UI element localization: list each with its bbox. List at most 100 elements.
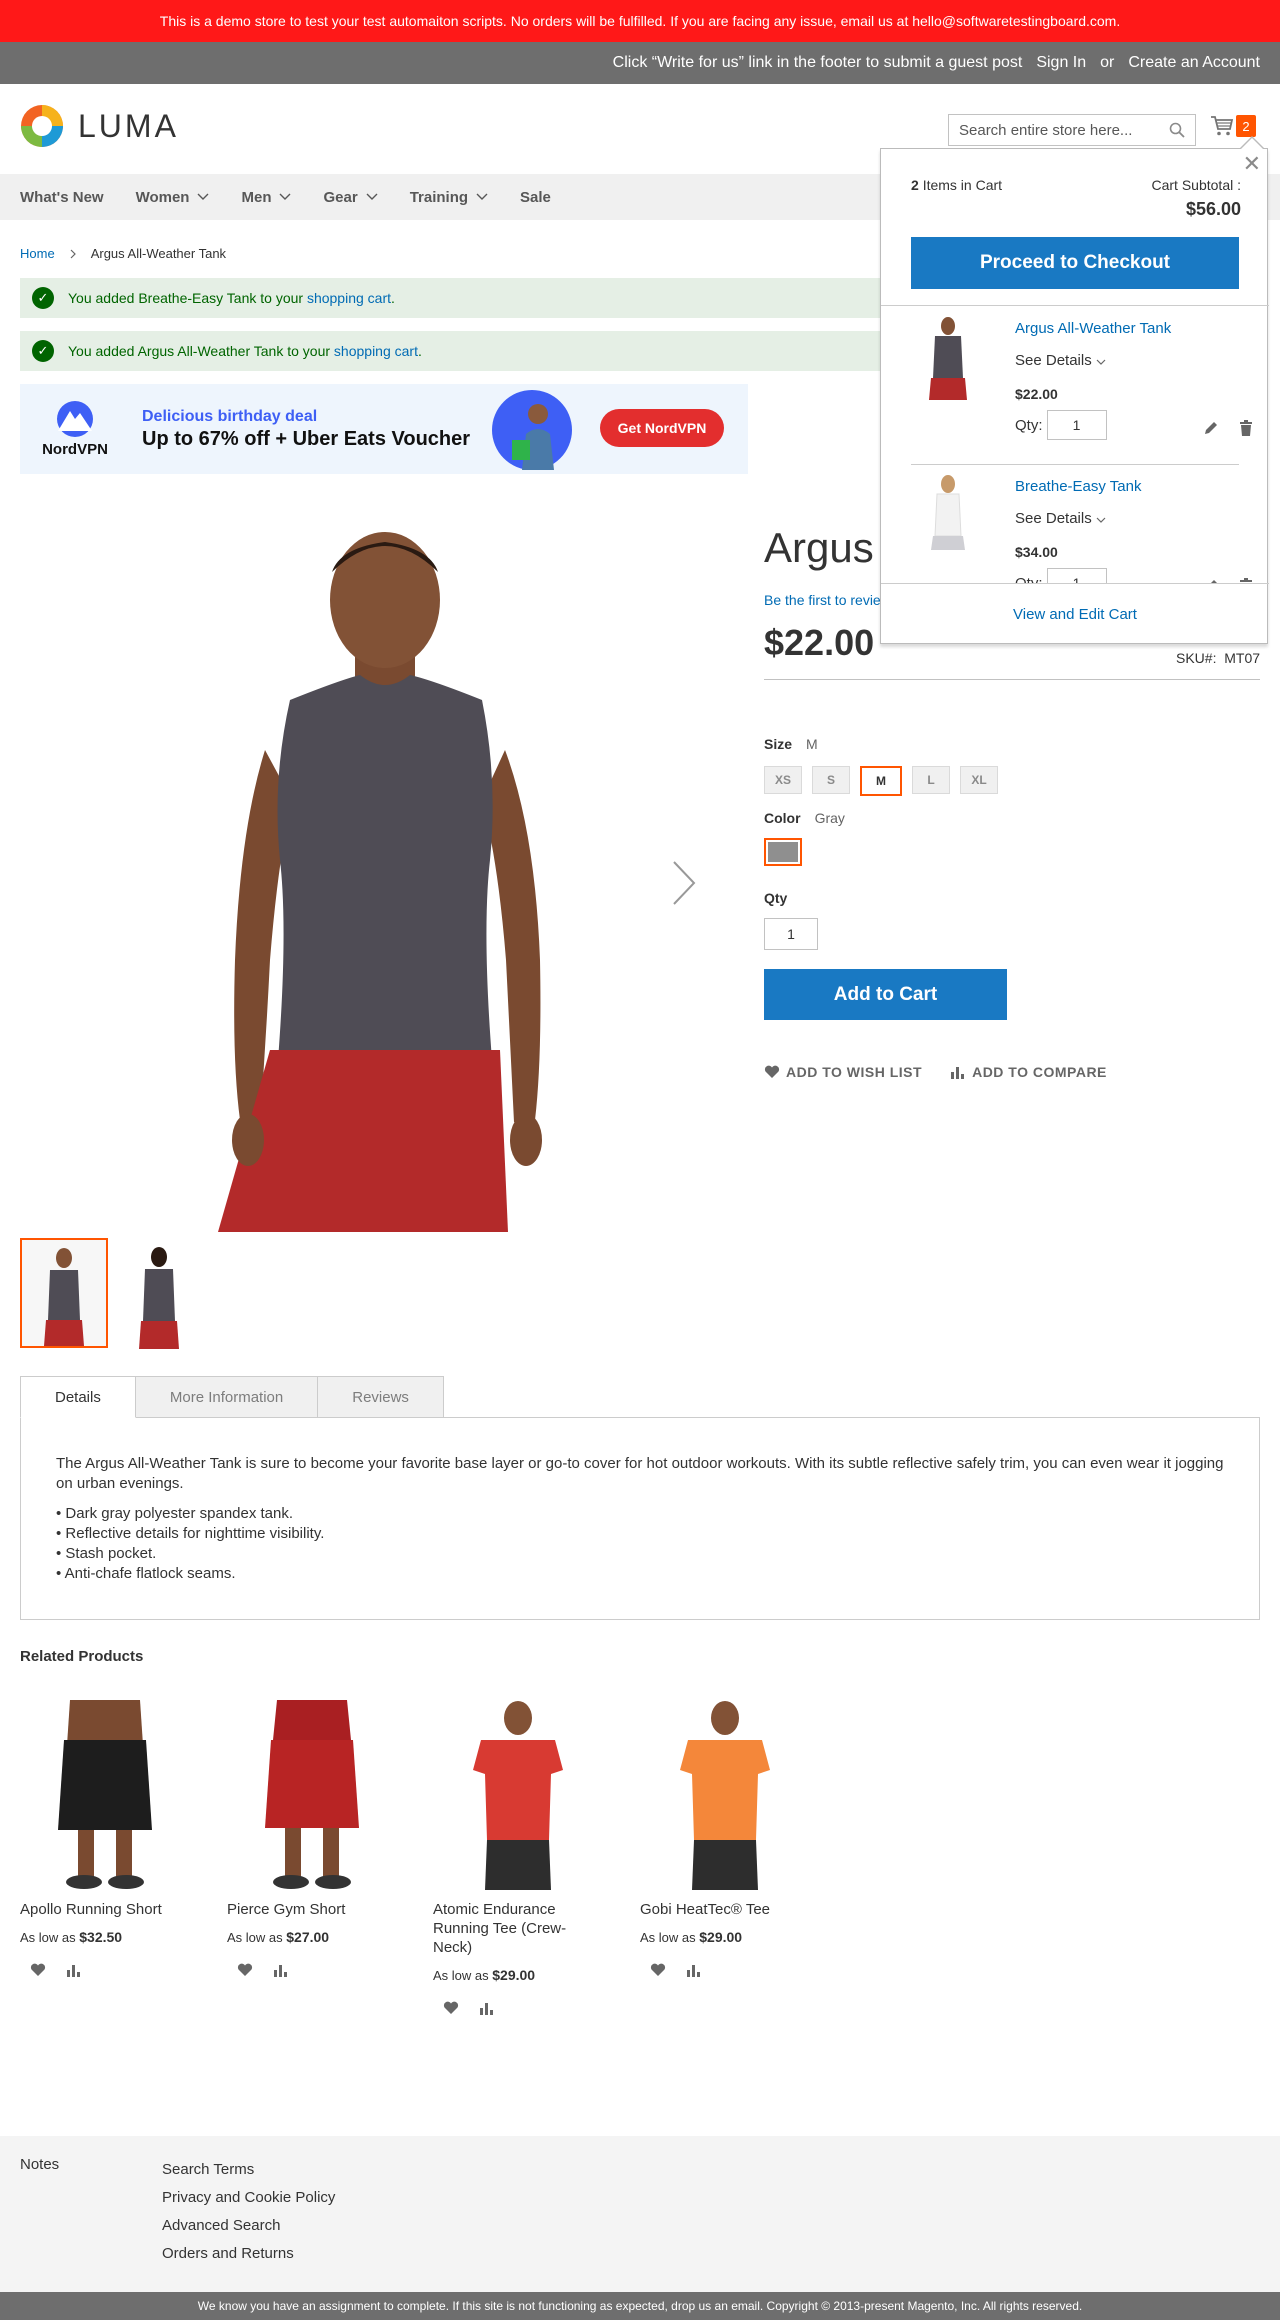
size-swatch-s[interactable]: S xyxy=(812,766,850,794)
trash-icon[interactable] xyxy=(1239,420,1253,436)
product-thumbnail-front[interactable] xyxy=(20,1238,108,1348)
minicart-item-price: $22.00 xyxy=(1015,386,1058,402)
related-product-card[interactable]: Apollo Running Short As low as $32.50 xyxy=(20,1700,190,1977)
heart-icon[interactable] xyxy=(30,1963,46,1977)
product-name[interactable]: Apollo Running Short xyxy=(20,1900,190,1919)
product-name[interactable]: Pierce Gym Short xyxy=(227,1900,397,1919)
product-name[interactable]: Gobi HeatTec® Tee xyxy=(640,1900,810,1919)
view-and-edit-cart-link[interactable]: View and Edit Cart xyxy=(1013,606,1137,623)
shopping-cart-link[interactable]: shopping cart xyxy=(334,343,418,359)
compare-icon[interactable] xyxy=(479,2001,495,2015)
product-thumbnail-back[interactable] xyxy=(114,1238,202,1349)
search-icon[interactable] xyxy=(1169,122,1185,138)
feature-item: • Stash pocket. xyxy=(56,1545,157,1562)
ad-offer-text: Up to 67% off + Uber Eats Voucher xyxy=(142,427,471,450)
size-swatch-xs[interactable]: XS xyxy=(764,766,802,794)
product-image[interactable] xyxy=(433,1700,603,1890)
see-details-toggle[interactable]: See Details xyxy=(1015,510,1106,527)
minicart-qty-input[interactable]: 1 xyxy=(1046,568,1107,583)
product-image[interactable] xyxy=(20,1700,190,1890)
compare-label: ADD TO COMPARE xyxy=(972,1064,1107,1080)
ad-banner[interactable]: NordVPN Delicious birthday deal Up to 67… xyxy=(20,384,748,474)
compare-icon[interactable] xyxy=(686,1963,702,1977)
chevron-down-icon xyxy=(476,193,488,200)
feature-item: • Dark gray polyester spandex tank. xyxy=(56,1505,294,1522)
price-value: $32.50 xyxy=(79,1929,123,1945)
minicart-footer: View and Edit Cart xyxy=(881,583,1269,645)
checkmark-icon: ✓ xyxy=(32,287,54,309)
add-to-compare-link[interactable]: ADD TO COMPARE xyxy=(950,1064,1107,1080)
minicart-button[interactable]: 2 xyxy=(1210,115,1256,137)
as-low-as-label: As low as xyxy=(20,1930,76,1945)
ad-cta-button[interactable]: Get NordVPN xyxy=(600,409,724,447)
qty-label: Qty: xyxy=(1015,416,1043,434)
breadcrumb-home-link[interactable]: Home xyxy=(20,246,55,261)
minicart-item-image[interactable] xyxy=(911,474,985,558)
create-account-link[interactable]: Create an Account xyxy=(1128,54,1260,72)
minicart-item-name[interactable]: Breathe-Easy Tank xyxy=(1015,478,1141,495)
qty-input[interactable]: 1 xyxy=(764,918,818,950)
product-main-image[interactable] xyxy=(20,500,740,1232)
proceed-to-checkout-button[interactable]: Proceed to Checkout xyxy=(911,237,1239,289)
minicart-item-image[interactable] xyxy=(911,316,985,400)
nav-item-men[interactable]: Men xyxy=(241,189,291,206)
product-image[interactable] xyxy=(640,1700,810,1890)
nav-item-women[interactable]: Women xyxy=(136,189,210,206)
sku-value: MT07 xyxy=(1224,650,1261,666)
header-links: Click “Write for us” link in the footer … xyxy=(0,42,1280,84)
edit-pencil-icon[interactable] xyxy=(1203,420,1219,436)
nav-item-gear[interactable]: Gear xyxy=(323,188,378,206)
chevron-down-icon xyxy=(366,193,378,200)
add-to-wishlist-link[interactable]: ADD TO WISH LIST xyxy=(764,1064,922,1080)
heart-icon[interactable] xyxy=(443,2001,459,2015)
color-swatch-fill xyxy=(768,842,798,862)
sign-in-link[interactable]: Sign In xyxy=(1036,54,1086,72)
size-swatches: XS S M L XL xyxy=(764,766,998,796)
related-product-card[interactable]: Pierce Gym Short As low as $27.00 xyxy=(227,1700,397,1977)
site-logo[interactable]: LUMA xyxy=(20,104,179,148)
see-details-toggle[interactable]: See Details xyxy=(1015,352,1106,369)
tab-reviews[interactable]: Reviews xyxy=(317,1376,444,1418)
footer-link-search-terms[interactable]: Search Terms xyxy=(162,2156,335,2184)
compare-icon[interactable] xyxy=(66,1963,82,1977)
nav-item-whats-new[interactable]: What's New xyxy=(20,189,104,206)
heart-icon[interactable] xyxy=(237,1963,253,1977)
size-swatch-xl[interactable]: XL xyxy=(960,766,998,794)
heart-icon[interactable] xyxy=(650,1963,666,1977)
related-product-card[interactable]: Gobi HeatTec® Tee As low as $29.00 xyxy=(640,1700,810,1977)
nav-item-sale[interactable]: Sale xyxy=(520,189,551,206)
minicart-qty-input[interactable]: 1 xyxy=(1046,410,1107,440)
search-input[interactable]: Search entire store here... xyxy=(948,114,1196,146)
size-swatch-m[interactable]: M xyxy=(860,766,902,796)
message-prefix: You added Argus All-Weather Tank to your xyxy=(68,343,334,359)
gallery-next-arrow-icon[interactable] xyxy=(672,860,696,906)
product-price: As low as $27.00 xyxy=(227,1929,397,1945)
tab-more-information[interactable]: More Information xyxy=(134,1376,319,1418)
related-product-card[interactable]: Atomic Endurance Running Tee (Crew-Neck)… xyxy=(433,1700,603,2015)
footer-link-advanced-search[interactable]: Advanced Search xyxy=(162,2212,335,2240)
success-message: ✓ You added Argus All-Weather Tank to yo… xyxy=(20,331,880,371)
compare-icon[interactable] xyxy=(273,1963,289,1977)
footer-link-orders-returns[interactable]: Orders and Returns xyxy=(162,2240,335,2268)
close-icon[interactable]: ✕ xyxy=(1243,153,1261,175)
minicart-item-name[interactable]: Argus All-Weather Tank xyxy=(1015,320,1171,337)
product-name[interactable]: Atomic Endurance Running Tee (Crew-Neck) xyxy=(433,1900,603,1957)
tab-details[interactable]: Details xyxy=(20,1376,136,1418)
subtotal-label: Cart Subtotal : xyxy=(1151,177,1242,193)
minicart-qty-row: Qty: 1 xyxy=(1015,410,1107,440)
luma-logo-icon xyxy=(21,105,63,147)
minicart-item: Argus All-Weather Tank See Details $22.0… xyxy=(911,306,1259,464)
size-swatch-l[interactable]: L xyxy=(912,766,950,794)
product-image[interactable] xyxy=(227,1700,397,1890)
shopping-cart-link[interactable]: shopping cart xyxy=(307,290,391,306)
nav-item-training[interactable]: Training xyxy=(410,189,488,206)
chevron-down-icon xyxy=(197,193,209,200)
color-swatch-gray[interactable] xyxy=(764,838,802,866)
nav-label: Women xyxy=(135,188,190,206)
related-products-title: Related Products xyxy=(20,1648,144,1665)
color-selected: Gray xyxy=(814,810,845,826)
add-to-cart-button[interactable]: Add to Cart xyxy=(764,969,1007,1020)
footer-link-privacy[interactable]: Privacy and Cookie Policy xyxy=(162,2184,335,2212)
footer-notes-link[interactable]: Notes xyxy=(20,2156,59,2173)
nav-label: Gear xyxy=(323,188,358,206)
